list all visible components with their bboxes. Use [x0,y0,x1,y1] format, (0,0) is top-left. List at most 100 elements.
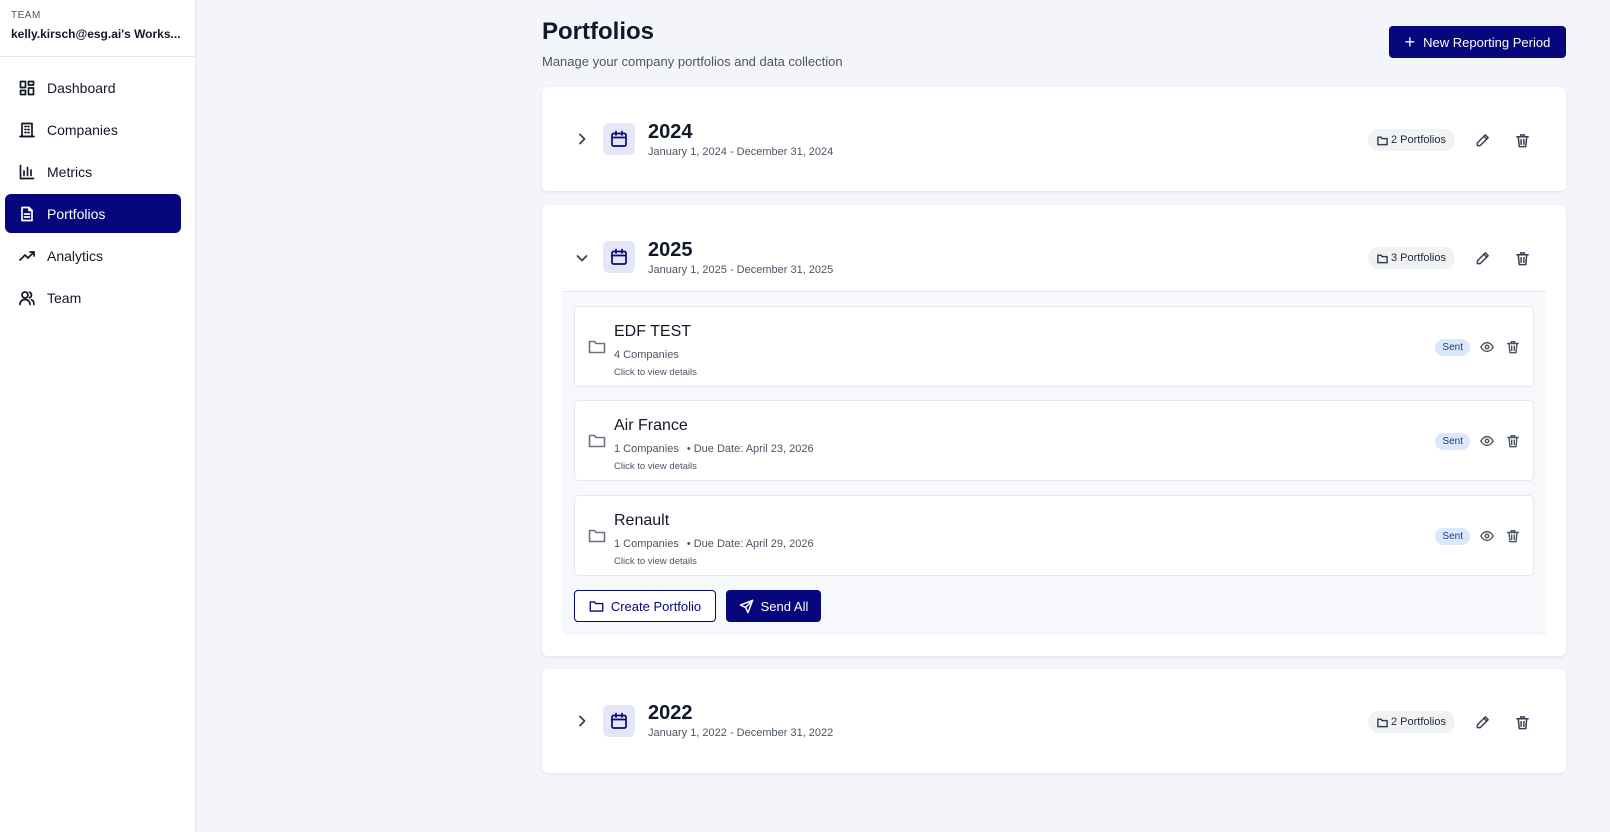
folder-icon [1377,136,1388,145]
view-portfolio-button[interactable] [1479,339,1495,355]
sidebar-item-team[interactable]: Team [5,278,181,317]
portfolio-count-badge: 3 Portfolios [1367,247,1455,269]
users-icon [18,289,35,306]
chevron-down-icon[interactable] [574,250,590,266]
period-header[interactable]: 2022 January 1, 2022 - December 31, 2022… [542,669,1566,773]
chevron-right-icon[interactable] [574,713,590,729]
sidebar: TEAM kelly.kirsch@esg.ai's Works... Dash… [0,0,196,832]
period-header[interactable]: 2024 January 1, 2024 - December 31, 2024… [542,87,1566,191]
status-badge: Sent [1435,433,1470,450]
portfolio-item[interactable]: Renault 1 Companies • Due Date: April 29,… [574,495,1534,576]
building-icon [18,121,35,138]
page-header: Portfolios Manage your company portfolio… [542,18,1566,69]
calendar-icon [603,241,635,273]
portfolio-name: EDF TEST [614,323,692,340]
view-details-hint: Click to view details [614,461,697,472]
company-count: 4 Companies [614,349,679,361]
sidebar-nav: Dashboard Companies Metrics Portfolios A… [0,57,195,317]
pencil-icon [1476,715,1489,728]
delete-portfolio-button[interactable] [1505,339,1521,355]
trash-icon [1515,251,1529,265]
plus-icon: + [1404,32,1416,52]
folder-icon [588,432,606,450]
folder-icon [588,527,606,545]
sidebar-item-companies[interactable]: Companies [5,110,181,149]
portfolio-count: 2 Portfolios [1390,716,1446,728]
period-year: 2022 [648,702,693,724]
new-reporting-period-label: New Reporting Period [1423,34,1551,50]
new-reporting-period-button[interactable]: + New Reporting Period [1389,26,1566,58]
create-portfolio-button[interactable]: Create Portfolio [574,590,716,622]
view-details-hint: Click to view details [614,367,697,378]
sidebar-item-metrics[interactable]: Metrics [5,152,181,191]
team-switcher[interactable]: TEAM kelly.kirsch@esg.ai's Works... [0,0,195,57]
sidebar-item-label: Analytics [47,247,104,264]
period-range: January 1, 2025 - December 31, 2025 [648,264,834,276]
company-count: 1 Companies [614,538,679,550]
trending-up-icon [18,247,35,264]
period-year: 2024 [648,121,693,143]
reporting-period-card: 2025 January 1, 2025 - December 31, 2025… [542,205,1566,656]
folder-icon [589,600,604,612]
delete-portfolio-button[interactable] [1505,528,1521,544]
document-icon [18,205,35,222]
pencil-icon [1476,251,1489,264]
trash-icon [1507,341,1519,354]
eye-icon [1480,341,1494,353]
portfolio-item[interactable]: Air France 1 Companies • Due Date: April … [574,400,1534,481]
delete-period-button[interactable] [1512,130,1532,150]
portfolio-name: Air France [614,417,688,434]
portfolio-count-badge: 2 Portfolios [1367,129,1455,151]
delete-period-button[interactable] [1512,712,1532,732]
eye-icon [1480,435,1494,447]
team-name: kelly.kirsch@esg.ai's Works... [11,27,181,41]
edit-period-button[interactable] [1472,130,1492,150]
chevron-right-icon[interactable] [574,131,590,147]
sidebar-item-analytics[interactable]: Analytics [5,236,181,275]
company-count: 1 Companies [614,443,679,455]
send-all-label: Send All [760,598,809,614]
sidebar-item-dashboard[interactable]: Dashboard [5,68,181,107]
folder-icon [1377,718,1388,727]
trash-icon [1507,530,1519,543]
trash-icon [1515,133,1529,147]
view-portfolio-button[interactable] [1479,433,1495,449]
status-badge: Sent [1435,528,1470,545]
portfolio-count: 3 Portfolios [1390,252,1446,264]
view-details-hint: Click to view details [614,556,697,567]
trash-icon [1507,435,1519,448]
due-date: • Due Date: April 29, 2026 [686,538,814,550]
send-all-button[interactable]: Send All [726,590,821,622]
sidebar-item-label: Metrics [47,163,93,180]
sidebar-item-label: Team [47,289,82,306]
edit-period-button[interactable] [1472,712,1492,732]
trash-icon [1515,715,1529,729]
team-label: TEAM [11,10,41,21]
sidebar-item-label: Portfolios [47,205,106,222]
sidebar-item-label: Companies [47,121,118,138]
view-portfolio-button[interactable] [1479,528,1495,544]
sidebar-item-label: Dashboard [47,79,116,96]
calendar-icon [603,123,635,155]
delete-portfolio-button[interactable] [1505,433,1521,449]
portfolio-meta: 1 Companies • Due Date: April 23, 2026 [614,443,814,455]
edit-period-button[interactable] [1472,248,1492,268]
period-range: January 1, 2022 - December 31, 2022 [648,727,834,739]
portfolio-list: EDF TEST 4 Companies Click to view detai… [562,291,1546,635]
send-icon [739,599,753,613]
folder-icon [588,338,606,356]
portfolio-meta: 4 Companies [614,349,679,361]
folder-icon [1377,254,1388,263]
portfolio-name: Renault [614,512,670,529]
bar-chart-icon [18,163,35,180]
portfolio-meta: 1 Companies • Due Date: April 29, 2026 [614,538,814,550]
sidebar-item-portfolios[interactable]: Portfolios [5,194,181,233]
pencil-icon [1476,133,1489,146]
period-range: January 1, 2024 - December 31, 2024 [648,146,834,158]
eye-icon [1480,530,1494,542]
portfolio-item[interactable]: EDF TEST 4 Companies Click to view detai… [574,306,1534,387]
portfolio-count-badge: 2 Portfolios [1367,711,1455,733]
due-date: • Due Date: April 23, 2026 [686,443,814,455]
delete-period-button[interactable] [1512,248,1532,268]
portfolio-count: 2 Portfolios [1390,134,1446,146]
